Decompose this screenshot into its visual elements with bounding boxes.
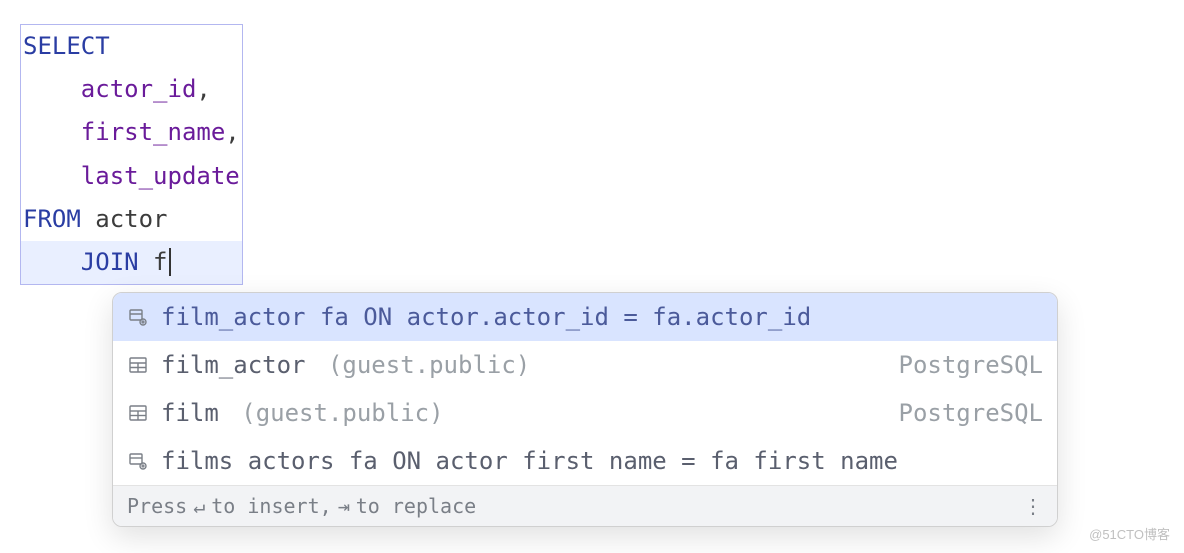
enter-key-icon: ↵ bbox=[193, 494, 205, 518]
suggestion-text: film_actor fa ON actor.actor_id = fa.act… bbox=[161, 303, 1043, 331]
comma: , bbox=[225, 118, 239, 146]
typed-text: f bbox=[139, 248, 171, 276]
table-actor: actor bbox=[81, 205, 168, 233]
keyword-from: FROM bbox=[23, 205, 81, 233]
column-actor-id: actor_id bbox=[81, 75, 197, 103]
code-line: last_update bbox=[21, 155, 242, 198]
code-line: FROM actor bbox=[21, 198, 242, 241]
table-icon bbox=[127, 354, 149, 376]
suggestion-text: film_actor (guest.public) bbox=[161, 351, 887, 379]
comma: , bbox=[196, 75, 210, 103]
watermark: @51CTO博客 bbox=[1089, 524, 1170, 543]
keyword-join: JOIN bbox=[81, 248, 139, 276]
suggestion-primary: film bbox=[161, 399, 233, 427]
autocomplete-popup[interactable]: film_actor fa ON actor.actor_id = fa.act… bbox=[112, 292, 1058, 527]
suggestion-source: PostgreSQL bbox=[899, 399, 1044, 427]
suggestion-item[interactable]: film (guest.public) PostgreSQL bbox=[113, 389, 1057, 437]
more-icon[interactable]: ⋮ bbox=[1023, 503, 1043, 509]
suggestion-item[interactable]: films actors fa ON actor first name = fa… bbox=[113, 437, 1057, 485]
code-line: actor_id, bbox=[21, 68, 242, 111]
suggestion-secondary: (guest.public) bbox=[328, 351, 530, 379]
footer-hint: Press ↵ to insert, ⇥ to replace bbox=[127, 494, 476, 518]
autocomplete-footer: Press ↵ to insert, ⇥ to replace ⋮ bbox=[113, 485, 1057, 526]
column-first-name: first_name bbox=[81, 118, 226, 146]
suggestion-item[interactable]: film_actor (guest.public) PostgreSQL bbox=[113, 341, 1057, 389]
code-line: SELECT bbox=[21, 25, 242, 68]
suggestion-item[interactable]: film_actor fa ON actor.actor_id = fa.act… bbox=[113, 293, 1057, 341]
suggestion-source: PostgreSQL bbox=[899, 351, 1044, 379]
suggestion-text: film (guest.public) bbox=[161, 399, 887, 427]
suggestion-primary: film_actor fa ON actor.actor_id = fa.act… bbox=[161, 303, 811, 331]
suggestion-primary: film_actor bbox=[161, 351, 320, 379]
footer-text: to replace bbox=[356, 494, 476, 518]
suggestion-secondary: (guest.public) bbox=[241, 399, 443, 427]
column-last-update: last_update bbox=[81, 162, 240, 190]
sql-editor[interactable]: SELECT actor_id, first_name, last_update… bbox=[20, 24, 243, 285]
suggestion-text: films actors fa ON actor first name = fa… bbox=[161, 447, 1043, 475]
footer-text: to insert, bbox=[211, 494, 331, 518]
table-icon bbox=[127, 402, 149, 424]
join-icon bbox=[127, 450, 149, 472]
code-line-active: JOIN f bbox=[21, 241, 242, 284]
footer-text: Press bbox=[127, 494, 187, 518]
keyword-select: SELECT bbox=[23, 32, 110, 60]
suggestion-primary: films actors fa ON actor first name = fa… bbox=[161, 447, 898, 475]
tab-key-icon: ⇥ bbox=[338, 494, 350, 518]
join-icon bbox=[127, 306, 149, 328]
code-line: first_name, bbox=[21, 111, 242, 154]
